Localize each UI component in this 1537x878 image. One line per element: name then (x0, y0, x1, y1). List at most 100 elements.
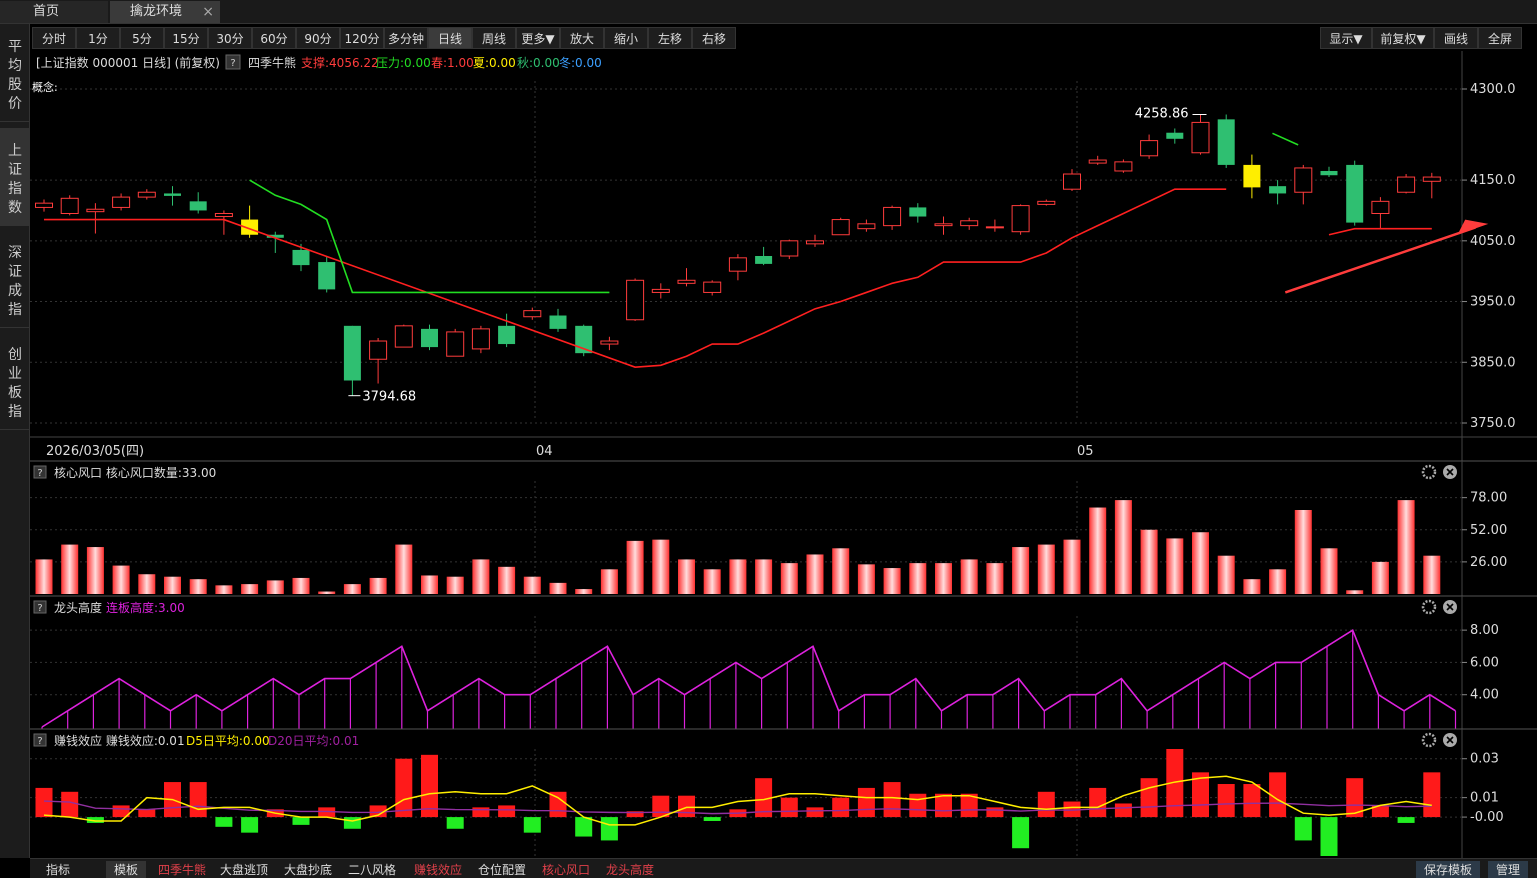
period-button-6[interactable]: 90分 (296, 27, 340, 49)
period-button-11[interactable]: 更多▼ (516, 27, 560, 49)
low-price-label: 3794.68 (362, 390, 416, 405)
core-wind-bar (1423, 555, 1441, 594)
core-wind-bar (1089, 507, 1107, 594)
money-effect-bar (35, 787, 53, 818)
bottom-tab-5[interactable]: 二八风格 (348, 861, 396, 878)
bottom-tab-3[interactable]: 大盘逃顶 (220, 861, 268, 878)
candle-body (626, 279, 645, 321)
bottom-tab-8[interactable]: 核心风口 (542, 861, 590, 878)
toolbar-right-button-2[interactable]: 画线 (1434, 27, 1478, 49)
indicator-name: 四季牛熊 (248, 55, 296, 70)
candle (1397, 174, 1416, 194)
bottom-tab-1[interactable]: 模板 (106, 861, 147, 878)
candle-body (755, 256, 773, 264)
support-value: 支撑:4056.22 (301, 55, 379, 70)
period-button-4[interactable]: 30分 (208, 27, 252, 49)
candle-body (780, 240, 799, 257)
candle (471, 325, 490, 354)
core-wind-bar (164, 576, 181, 594)
nav-shenzhen-index[interactable]: 深证成指 (0, 230, 30, 328)
core-wind-bar (1217, 555, 1235, 594)
candle-body (728, 257, 747, 272)
money-effect-bar (600, 817, 618, 841)
period-button-9[interactable]: 日线 (428, 27, 472, 49)
bottom-tab-4[interactable]: 大盘抄底 (284, 861, 332, 878)
money-effect-bar (832, 797, 850, 818)
candle (780, 239, 799, 260)
core-wind-bar (832, 548, 850, 594)
period-button-1[interactable]: 1分 (76, 27, 120, 49)
money-effect-bar (909, 793, 927, 818)
candle-body (677, 279, 696, 284)
core-wind-bar (960, 559, 978, 594)
tab-qinlong-env[interactable]: 擒龙环境 × (110, 1, 220, 23)
money-effect-bar (61, 791, 79, 818)
core-wind-bar (266, 580, 284, 594)
nav-avg-price[interactable]: 平均股价 (0, 24, 30, 122)
candle-body (1037, 200, 1056, 205)
money-effect-bar (446, 817, 464, 829)
candle-body (1191, 121, 1210, 154)
core-wind-bar (678, 559, 695, 594)
bottom-tab-0[interactable]: 指标 (46, 861, 70, 878)
nav-chinext-index[interactable]: 创业板指 (0, 332, 30, 430)
core-wind-bar (1063, 539, 1081, 594)
candle-body (446, 331, 465, 357)
period-button-12[interactable]: 放大 (560, 27, 604, 49)
money-effect-bar (523, 817, 541, 833)
candle-body (1088, 159, 1107, 164)
core-wind-bar (1114, 500, 1132, 594)
period-button-13[interactable]: 缩小 (604, 27, 648, 49)
money-effect-bar (292, 817, 310, 825)
toolbar-right-button-3[interactable]: 全屏 (1478, 27, 1522, 49)
candle-body (369, 340, 388, 360)
price-tick-label: 3750.0 (1470, 416, 1516, 431)
core-wind-bar (575, 589, 593, 594)
close-icon[interactable]: × (202, 1, 214, 23)
panel1-tick-label: 26.00 (1470, 555, 1507, 570)
panel2-tick-label: 8.00 (1470, 623, 1499, 638)
nav-label: 创业板指 (8, 347, 22, 420)
candle (1346, 160, 1364, 226)
bottom-tab-9[interactable]: 龙头高度 (606, 861, 654, 878)
core-wind-bar (729, 559, 747, 594)
period-button-2[interactable]: 5分 (120, 27, 164, 49)
panel3-tick-label: 0.03 (1470, 752, 1499, 767)
period-button-5[interactable]: 60分 (252, 27, 296, 49)
period-button-3[interactable]: 15分 (164, 27, 208, 49)
bottom-tab-2[interactable]: 四季牛熊 (158, 861, 206, 878)
period-button-10[interactable]: 周线 (472, 27, 516, 49)
core-wind-bar (395, 544, 413, 594)
period-button-8[interactable]: 多分钟 (384, 27, 428, 49)
candle-body (857, 223, 876, 230)
bottom-tab-6[interactable]: 赚钱效应 (414, 861, 462, 878)
money-effect-bar (1012, 817, 1030, 849)
bottom-tab-7[interactable]: 仓位配置 (478, 861, 526, 878)
core-wind-bar (241, 584, 259, 594)
core-wind-bar (189, 579, 207, 594)
bottom-right-button-0[interactable]: 保存模板 (1416, 861, 1481, 878)
chart-svg[interactable]: [上证指数 000001 日线] (前复权)? 四季牛熊 支撑:4056.22压力:… (30, 51, 1537, 858)
candle-body (651, 288, 670, 293)
money-effect-bar (986, 807, 1004, 818)
candle (1114, 159, 1133, 173)
core-wind-bar (1012, 547, 1030, 594)
tab-home[interactable]: 首页 (0, 1, 108, 23)
period-button-0[interactable]: 分时 (32, 27, 76, 49)
core-wind-bar (215, 585, 233, 594)
period-button-7[interactable]: 120分 (340, 27, 384, 49)
nav-shanghai-index[interactable]: 上证指数 (0, 128, 30, 226)
panel3-d20: D20日平均:0.01 (268, 734, 359, 748)
core-wind-bar (86, 547, 104, 594)
bottom-right-button-1[interactable]: 管理 (1488, 861, 1529, 878)
month-label: 05 (1077, 444, 1094, 459)
money-effect-bar (575, 817, 593, 837)
money-effect-bar (1217, 784, 1235, 818)
core-wind-bar (1243, 579, 1261, 594)
toolbar-right-button-0[interactable]: 显示▼ (1320, 27, 1372, 49)
candle-body (1422, 176, 1441, 182)
period-button-15[interactable]: 右移 (692, 27, 736, 49)
toolbar-right-button-1[interactable]: 前复权▼ (1372, 27, 1434, 49)
period-button-14[interactable]: 左移 (648, 27, 692, 49)
candle-body (1294, 167, 1313, 193)
